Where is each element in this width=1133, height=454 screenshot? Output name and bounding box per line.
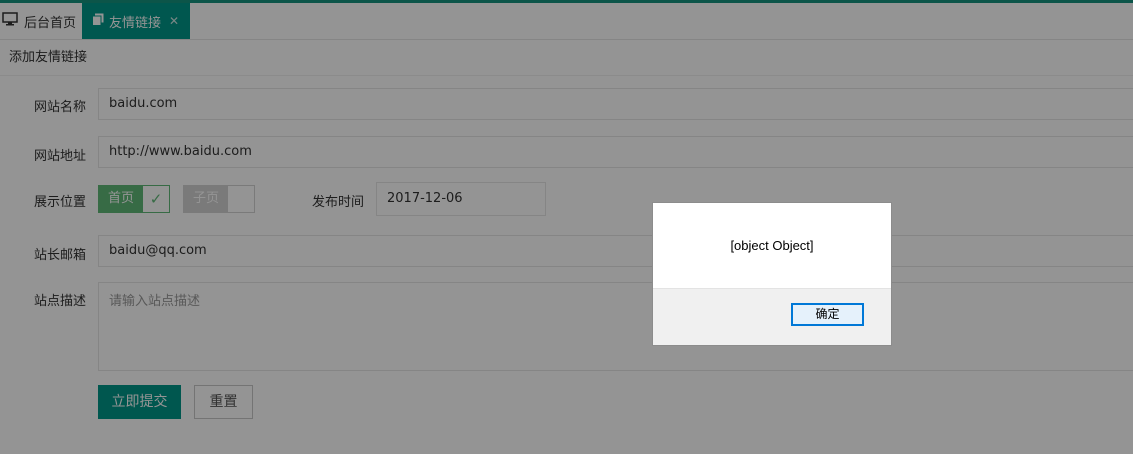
- ok-button[interactable]: 确定: [791, 303, 864, 326]
- alert-dialog: [object Object] 确定: [652, 202, 892, 346]
- modal-overlay: [0, 0, 1133, 454]
- alert-message: [object Object]: [730, 238, 814, 253]
- alert-footer: 确定: [653, 288, 891, 345]
